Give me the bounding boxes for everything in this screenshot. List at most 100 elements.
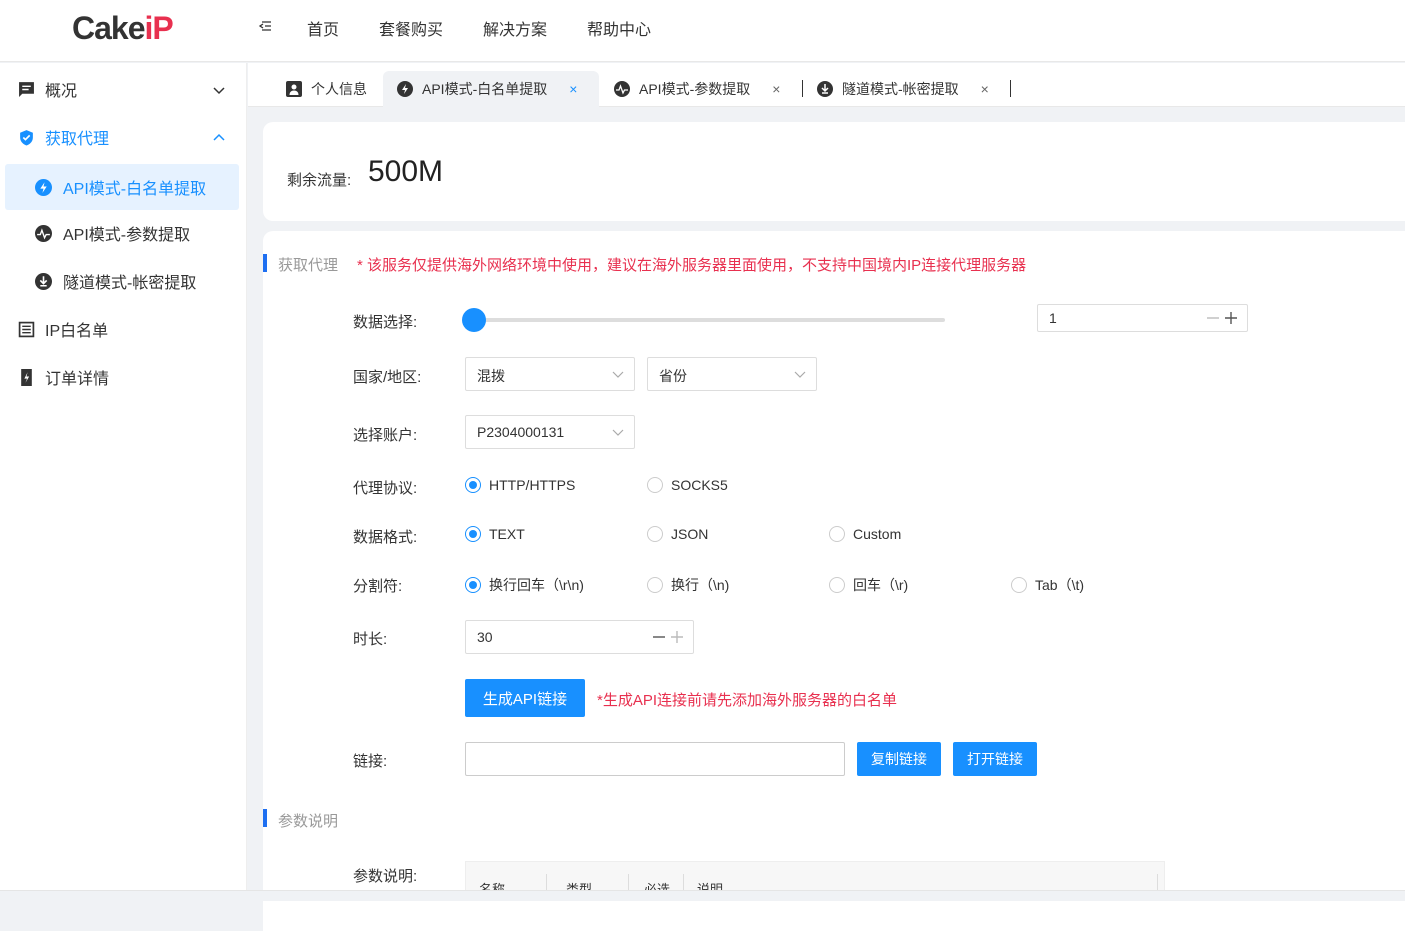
copy-link-button[interactable]: 复制链接 <box>857 742 941 776</box>
tab-tunnel[interactable]: 隧道模式-帐密提取 × <box>817 71 989 107</box>
sidebar-item-api-params[interactable]: API模式-参数提取 <box>5 210 239 256</box>
data-count-stepper[interactable]: 1 <box>1037 304 1248 332</box>
format-label: 数据格式: <box>353 529 418 546</box>
chevron-down-icon <box>612 371 624 378</box>
logo[interactable]: CakeiP <box>72 10 174 47</box>
account-label: 选择账户: <box>353 427 418 444</box>
close-icon[interactable]: × <box>981 81 989 97</box>
duration-label: 时长: <box>353 631 388 648</box>
link-label: 链接: <box>353 753 388 770</box>
radio-text[interactable]: TEXT <box>465 526 525 542</box>
tab-label: 隧道模式-帐密提取 <box>842 81 959 97</box>
radio-socks5[interactable]: SOCKS5 <box>647 477 728 493</box>
link-input[interactable] <box>465 742 845 776</box>
tab-api-params[interactable]: API模式-参数提取 × <box>614 71 780 107</box>
sidebar-item-label: 隧道模式-帐密提取 <box>63 275 197 292</box>
top-bar: CakeiP 首页 套餐购买 解决方案 帮助中心 <box>0 0 1405 62</box>
sidebar-item-orders[interactable]: 订单详情 <box>0 354 247 400</box>
stepper-value: 1 <box>1049 310 1057 326</box>
close-icon[interactable]: × <box>569 81 577 97</box>
radio-dot <box>647 477 663 493</box>
nav-home[interactable]: 首页 <box>307 16 339 40</box>
radio-dot <box>647 577 663 593</box>
open-link-button[interactable]: 打开链接 <box>953 742 1037 776</box>
sidebar-item-api-whitelist[interactable]: API模式-白名单提取 <box>5 164 239 210</box>
tab-divider <box>1010 80 1011 97</box>
bolt-doc-icon <box>21 369 32 386</box>
tab-label: API模式-白名单提取 <box>422 81 548 97</box>
sidebar-item-label: 获取代理 <box>45 131 110 148</box>
stepper-value: 30 <box>477 629 493 645</box>
chevron-up-icon <box>213 133 225 141</box>
user-icon <box>286 81 302 97</box>
sidebar-item-get-proxy[interactable]: 获取代理 <box>0 114 247 160</box>
traffic-value: 500M <box>368 155 444 188</box>
traffic-card: 剩余流量: 500M <box>263 122 1405 221</box>
data-slider-handle[interactable] <box>462 308 486 332</box>
radio-label: Tab（\t) <box>1035 577 1085 593</box>
data-select-label: 数据选择: <box>353 314 418 331</box>
radio-label: TEXT <box>489 526 525 542</box>
tab-profile[interactable]: 个人信息 <box>286 71 367 107</box>
sidebar-item-label: API模式-参数提取 <box>63 227 191 244</box>
pulse-icon <box>35 225 52 242</box>
download-circle-icon <box>35 273 52 290</box>
radio-label: Custom <box>853 526 902 542</box>
radio-tab[interactable]: Tab（\t) <box>1011 575 1084 595</box>
service-warning: * 该服务仅提供海外网络环境中使用，建议在海外服务器里面使用，不支持中国境内IP… <box>357 257 1027 274</box>
radio-dot <box>829 526 845 542</box>
sidebar-item-overview[interactable]: 概况 <box>0 66 247 112</box>
radio-dot <box>829 577 845 593</box>
pulse-icon <box>614 81 630 97</box>
radio-http[interactable]: HTTP/HTTPS <box>465 477 575 493</box>
nav-help[interactable]: 帮助中心 <box>587 16 651 40</box>
logo-accent: iP <box>144 10 174 46</box>
radio-cr[interactable]: 回车（\r) <box>829 575 908 595</box>
radio-dot <box>1011 577 1027 593</box>
radio-dot <box>647 526 663 542</box>
minus-icon[interactable] <box>652 630 666 644</box>
tab-api-whitelist[interactable]: API模式-白名单提取 × <box>383 71 599 107</box>
tab-label: 个人信息 <box>311 81 367 97</box>
horizontal-scrollbar[interactable] <box>0 890 1405 901</box>
nav-pricing[interactable]: 套餐购买 <box>379 16 443 40</box>
plus-icon[interactable] <box>1224 311 1238 325</box>
section-title: 参数说明 <box>278 813 339 830</box>
chevron-down-icon <box>213 87 225 95</box>
tabs-bar: 个人信息 API模式-白名单提取 × API模式-参数提取 × 隧道模式-帐密提… <box>248 63 1405 107</box>
minus-icon[interactable] <box>1206 311 1220 325</box>
separator-label: 分割符: <box>353 578 403 595</box>
radio-json[interactable]: JSON <box>647 526 708 542</box>
section-marker <box>263 254 267 272</box>
plus-icon[interactable] <box>670 630 684 644</box>
section-title: 获取代理 <box>278 257 339 274</box>
region-select[interactable]: 混拨 <box>465 357 635 391</box>
duration-stepper[interactable]: 30 <box>465 620 694 654</box>
radio-dot <box>465 526 481 542</box>
generate-api-button[interactable]: 生成API链接 <box>465 679 585 717</box>
lightning-icon <box>35 179 52 196</box>
radio-lf[interactable]: 换行（\n) <box>647 575 729 595</box>
sidebar-item-label: API模式-白名单提取 <box>63 181 207 198</box>
sidebar-item-label: IP白名单 <box>45 323 109 340</box>
list-icon <box>18 321 35 338</box>
radio-crlf[interactable]: 换行回车（\r\n) <box>465 575 584 595</box>
sidebar-item-ip-whitelist[interactable]: IP白名单 <box>0 306 247 352</box>
param-desc-label: 参数说明: <box>353 868 418 885</box>
radio-dot <box>465 477 481 493</box>
menu-fold-icon[interactable] <box>258 18 274 34</box>
province-select[interactable]: 省份 <box>647 357 817 391</box>
close-icon[interactable]: × <box>772 81 780 97</box>
nav-solutions[interactable]: 解决方案 <box>483 16 547 40</box>
radio-custom[interactable]: Custom <box>829 526 901 542</box>
lightning-icon <box>397 81 413 97</box>
tab-label: API模式-参数提取 <box>639 81 751 97</box>
sidebar-item-tunnel[interactable]: 隧道模式-帐密提取 <box>5 258 239 304</box>
tab-divider <box>802 80 803 97</box>
sidebar-item-label: 概况 <box>45 83 78 100</box>
generate-note: *生成API连接前请先添加海外服务器的白名单 <box>597 692 898 709</box>
radio-dot <box>465 577 481 593</box>
radio-label: JSON <box>671 526 709 542</box>
data-slider-track[interactable] <box>473 318 945 322</box>
account-select[interactable]: P2304000131 <box>465 415 635 449</box>
